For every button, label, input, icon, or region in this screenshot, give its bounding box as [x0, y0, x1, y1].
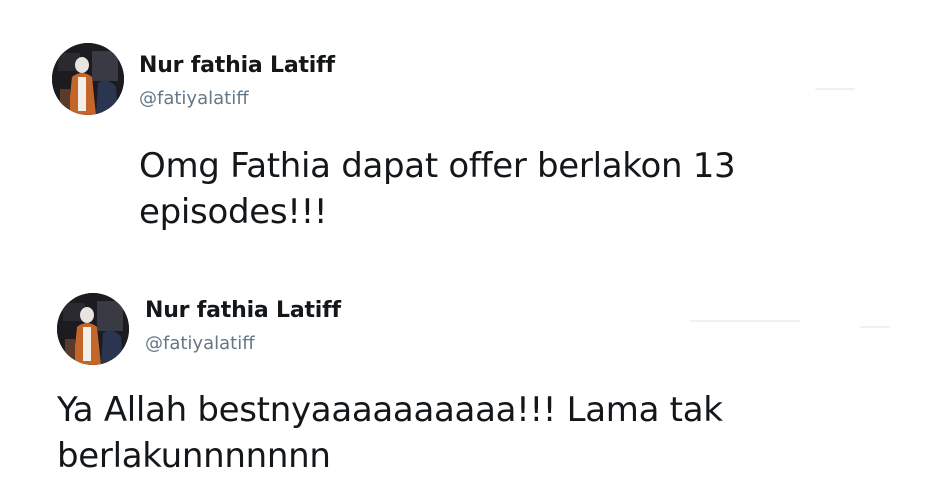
tweet: Nur fathia Latiff @fatiyalatiff Omg Fath… [0, 0, 950, 250]
tweet-text: Ya Allah bestnyaaaaaaaaaa!!! Lama tak be… [57, 390, 723, 476]
faint-divider [860, 326, 890, 328]
author-name[interactable]: Nur fathia Latiff [145, 298, 341, 323]
tweet-text: Omg Fathia dapat offer berlakon 13 episo… [139, 146, 736, 232]
avatar[interactable] [52, 43, 124, 115]
avatar-photo-icon [52, 43, 124, 115]
author-handle[interactable]: @fatiyalatiff [139, 88, 249, 109]
author-handle[interactable]: @fatiyalatiff [145, 333, 255, 354]
tweet-screenshot: Nur fathia Latiff @fatiyalatiff Omg Fath… [0, 0, 950, 488]
tweet: Nur fathia Latiff @fatiyalatiff Ya Allah… [0, 250, 950, 488]
avatar-photo-icon [57, 293, 129, 365]
faint-divider [815, 88, 855, 90]
faint-divider [690, 320, 800, 322]
author-name[interactable]: Nur fathia Latiff [139, 53, 335, 78]
avatar[interactable] [57, 293, 129, 365]
